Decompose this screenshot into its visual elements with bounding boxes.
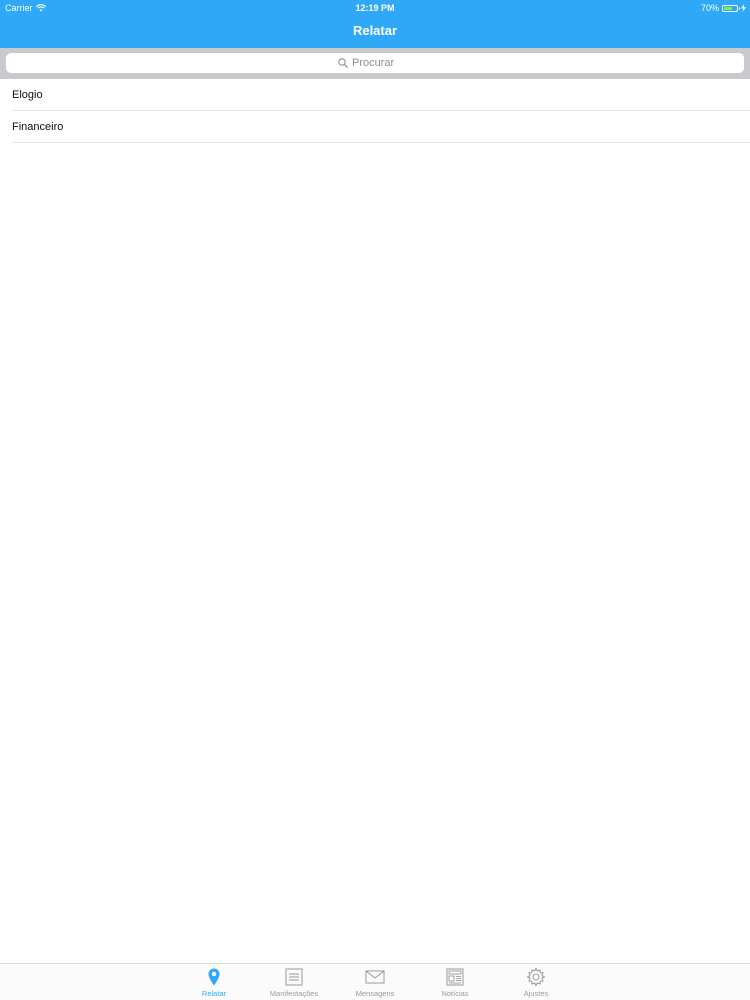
navigation-header: Carrier 12:19 PM 70% Relatar <box>0 0 750 48</box>
search-input[interactable] <box>352 57 412 69</box>
battery-fill <box>724 6 733 10</box>
list-item-label: Financeiro <box>12 120 64 133</box>
search-field[interactable] <box>6 53 744 73</box>
battery-icon <box>722 4 740 12</box>
tab-mensagens[interactable]: Mensagens <box>335 967 415 1000</box>
status-bar: Carrier 12:19 PM 70% <box>0 0 750 16</box>
map-pin-icon <box>208 968 220 986</box>
tab-noticias[interactable]: Notícias <box>415 967 495 1000</box>
search-icon <box>338 58 348 68</box>
page-title: Relatar <box>352 23 398 38</box>
tab-label: Relatar <box>201 989 227 998</box>
gear-icon <box>526 967 546 987</box>
list-item-elogio[interactable]: Elogio <box>12 79 750 111</box>
battery-indicator: 70% <box>701 3 746 13</box>
tab-relatar[interactable]: Relatar <box>174 967 254 1000</box>
newspaper-icon <box>446 968 464 986</box>
battery-percent: 70% <box>700 3 719 13</box>
tab-manifestacoes[interactable]: Manifestações <box>254 967 334 1000</box>
tab-label: Manifestações <box>269 989 319 998</box>
list-item-label: Elogio <box>12 88 43 101</box>
clock: 12:19 PM <box>355 3 395 13</box>
tab-label: Ajustes <box>523 989 549 998</box>
tab-label: Notícias <box>441 989 469 998</box>
list-item-financeiro[interactable]: Financeiro <box>12 111 750 143</box>
charging-icon <box>741 4 746 12</box>
envelope-icon <box>365 970 385 984</box>
list-icon <box>285 968 303 986</box>
search-bar <box>0 48 750 79</box>
tab-label: Mensagens <box>355 989 395 998</box>
category-list: Elogio Financeiro <box>0 79 750 143</box>
tab-bar: Relatar Manifestações Mensagens Notícias <box>0 963 750 1000</box>
tab-ajustes[interactable]: Ajustes <box>496 967 576 1000</box>
